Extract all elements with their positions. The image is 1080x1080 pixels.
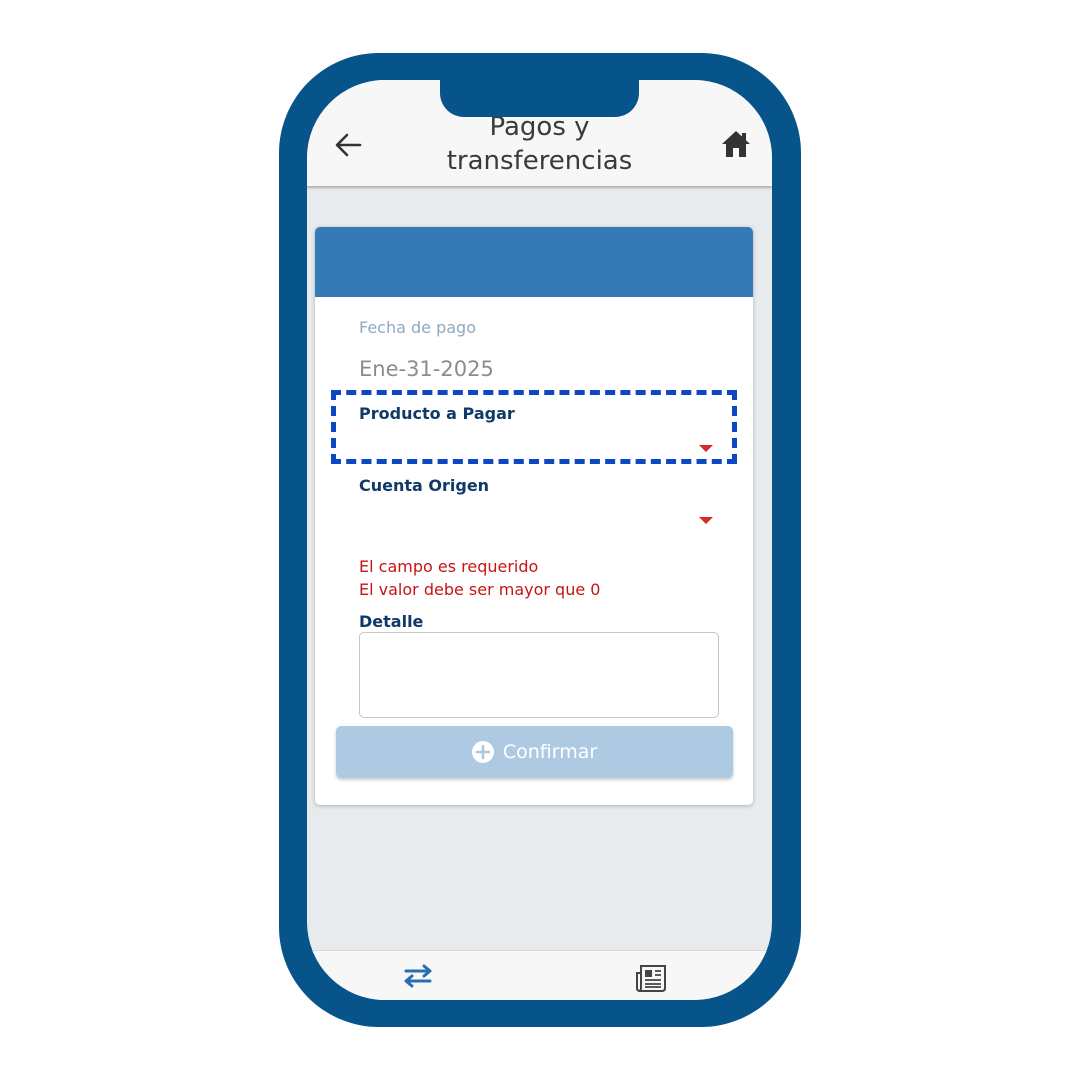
phone-screen: Pagos y transferencias Fecha de pago Ene… — [307, 80, 772, 1000]
plus-circle-icon — [471, 741, 494, 763]
error-greater-than-zero: El valor debe ser mayor que 0 — [359, 580, 601, 599]
card-header — [315, 227, 753, 297]
cuenta-origen-select[interactable] — [359, 505, 719, 529]
page-title: Pagos y transferencias — [446, 112, 633, 176]
cuenta-origen-label: Cuenta Origen — [359, 476, 490, 495]
producto-pagar-select[interactable] — [359, 433, 719, 457]
fecha-pago-value[interactable]: Ene-31-2025 — [359, 357, 494, 381]
error-required: El campo es requerido — [359, 557, 539, 576]
payment-form-card: Fecha de pago Ene-31-2025 Producto a Pag… — [315, 227, 753, 805]
confirm-button[interactable]: Confirmar — [336, 726, 733, 778]
transfer-arrows-icon[interactable] — [400, 963, 436, 989]
detalle-label: Detalle — [359, 612, 424, 631]
back-arrow-icon[interactable] — [333, 130, 363, 160]
producto-dropdown-caret-icon[interactable] — [699, 445, 713, 452]
fecha-pago-label: Fecha de pago — [359, 318, 476, 337]
producto-pagar-label: Producto a Pagar — [359, 404, 515, 423]
confirm-label: Confirmar — [502, 741, 598, 763]
bottom-nav — [307, 950, 772, 1000]
newspaper-icon[interactable] — [634, 963, 668, 993]
detalle-textarea[interactable] — [359, 632, 719, 718]
phone-notch — [440, 70, 639, 117]
cuenta-dropdown-caret-icon[interactable] — [699, 517, 713, 524]
home-icon[interactable] — [720, 128, 752, 160]
